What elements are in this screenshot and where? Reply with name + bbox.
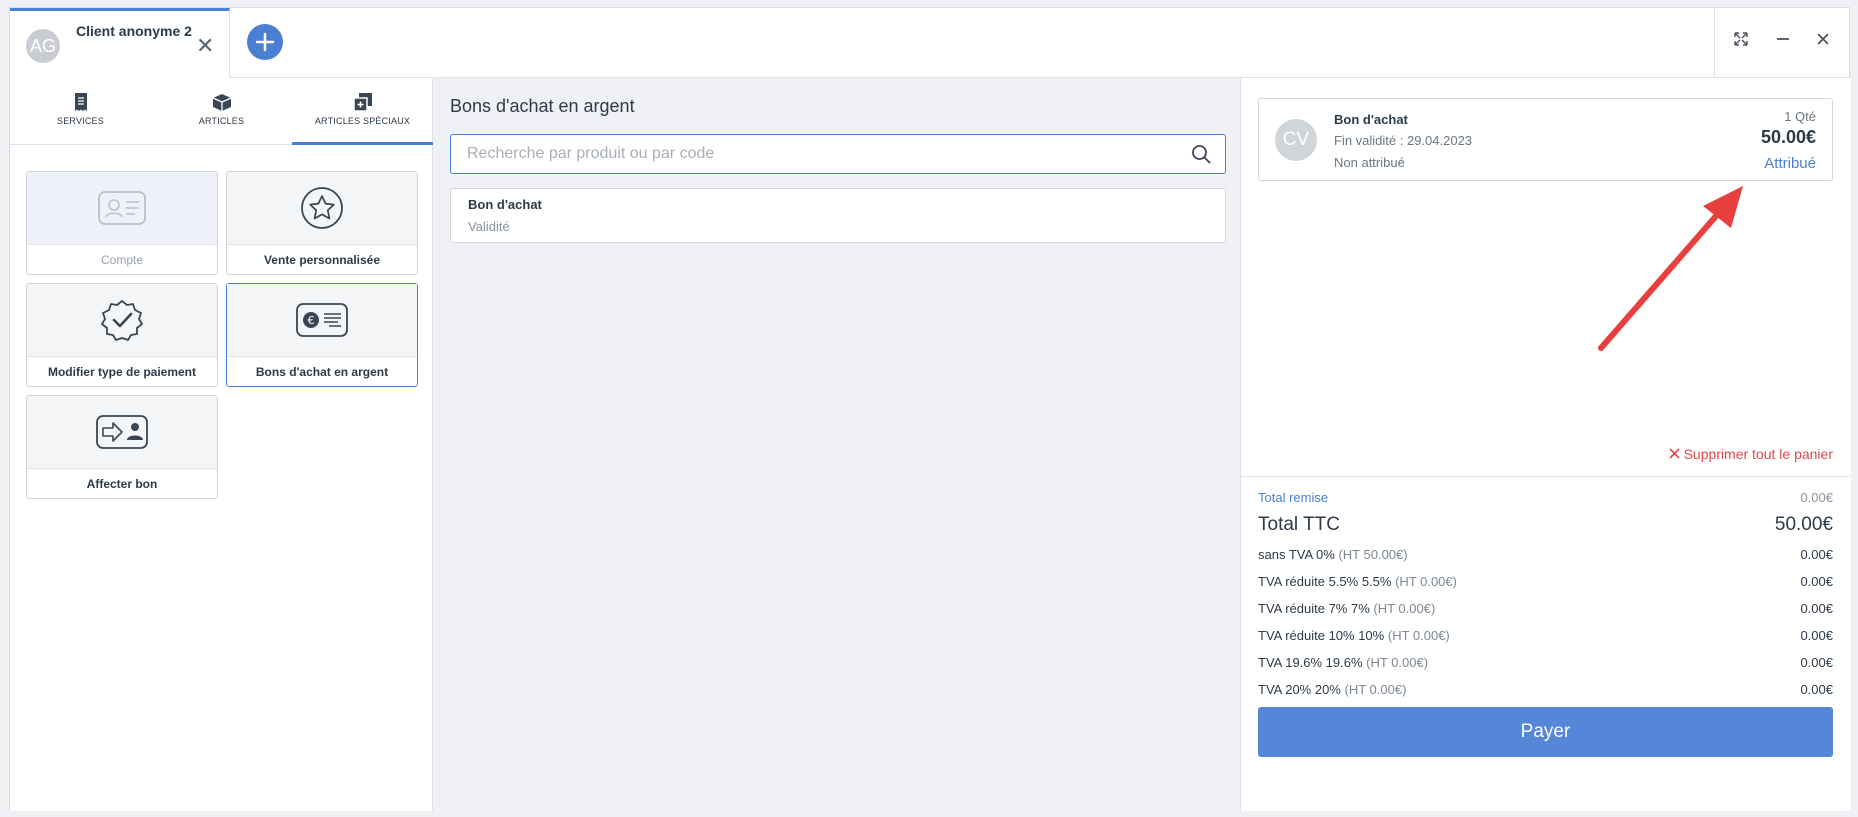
total-remise-value: 0.00€ — [1800, 490, 1833, 505]
tax-label: TVA réduite 7% 7% — [1258, 601, 1370, 616]
special-items-icon — [352, 93, 372, 112]
tax-ht: (HT 0.00€) — [1373, 601, 1436, 616]
total-remise-row: Total remise 0.00€ — [1258, 490, 1833, 505]
top-bar: AG Client anonyme 2 ✕ — [10, 8, 1849, 78]
tile-label: Bons d'achat en argent — [255, 365, 389, 379]
clear-cart-label: Supprimer tout le panier — [1683, 446, 1833, 462]
total-remise-label[interactable]: Total remise — [1258, 490, 1328, 505]
client-name: Client anonyme 2 — [76, 23, 192, 39]
tax-label: TVA réduite 5.5% 5.5% — [1258, 574, 1392, 589]
tile-label: Modifier type de paiement — [47, 365, 197, 379]
tab-articles-label: ARTICLES — [198, 116, 245, 126]
app-window: AG Client anonyme 2 ✕ SERVICES ARTICLES … — [9, 7, 1851, 811]
search-box — [450, 134, 1226, 174]
id-card-icon — [98, 191, 146, 225]
tax-row: TVA réduite 10% 10% (HT 0.00€) 0.00€ — [1258, 628, 1833, 643]
tax-value: 0.00€ — [1800, 574, 1833, 589]
tab-services-label: SERVICES — [57, 116, 104, 126]
close-icon[interactable]: ✕ — [196, 33, 214, 59]
panel-title: Bons d'achat en argent — [450, 96, 635, 116]
category-panel: SERVICES ARTICLES ARTICLES SPÉCIAUX Comp… — [10, 78, 433, 811]
clear-cart-button[interactable]: Supprimer tout le panier — [1669, 446, 1833, 462]
plus-icon — [255, 32, 275, 52]
tax-label: sans TVA 0% — [1258, 547, 1335, 562]
star-icon — [301, 187, 343, 229]
tax-ht: (HT 50.00€) — [1338, 547, 1408, 562]
pay-button[interactable]: Payer — [1258, 707, 1833, 757]
expand-icon[interactable] — [1733, 30, 1749, 53]
tile-compte[interactable]: Compte — [26, 171, 218, 275]
tile-affecter-bon[interactable]: Affecter bon — [26, 395, 218, 499]
tax-row: TVA réduite 7% 7% (HT 0.00€) 0.00€ — [1258, 601, 1833, 616]
tile-modifier-type-paiement[interactable]: Modifier type de paiement — [26, 283, 218, 387]
cart-item-name: Bon d'achat — [1334, 112, 1408, 127]
tax-value: 0.00€ — [1800, 655, 1833, 670]
cart-item[interactable]: CV Bon d'achat Fin validité : 29.04.2023… — [1258, 98, 1833, 181]
assign-link[interactable]: Attribué — [1764, 155, 1816, 172]
window-controls — [1714, 8, 1849, 78]
total-ttc-label: Total TTC — [1258, 514, 1341, 535]
tile-bons-achat-argent[interactable]: € Bons d'achat en argent — [226, 283, 418, 387]
cart-item-assignment: Non attribué — [1334, 155, 1405, 170]
total-ttc-row: Total TTC 50.00€ — [1258, 514, 1833, 536]
search-input[interactable] — [451, 135, 1151, 173]
tax-ht: (HT 0.00€) — [1344, 682, 1407, 697]
product-name: Bon d'achat — [468, 197, 542, 212]
svg-text:€: € — [308, 314, 315, 327]
tax-ht: (HT 0.00€) — [1395, 574, 1457, 589]
tax-row: sans TVA 0% (HT 50.00€) 0.00€ — [1258, 547, 1833, 562]
client-tab[interactable]: AG Client anonyme 2 ✕ — [10, 8, 230, 78]
tax-label: TVA 20% 20% — [1258, 682, 1341, 697]
tax-ht: (HT 0.00€) — [1387, 628, 1450, 643]
minimize-icon[interactable] — [1775, 30, 1791, 53]
tab-articles[interactable]: ARTICLES — [151, 78, 292, 145]
search-icon[interactable] — [1191, 144, 1211, 164]
annotation-arrow — [1598, 186, 1743, 351]
item-avatar: CV — [1275, 119, 1317, 161]
total-ttc-value: 50.00€ — [1774, 514, 1833, 535]
tile-label: Affecter bon — [86, 477, 158, 491]
cart-item-qty: 1 Qté — [1784, 109, 1816, 124]
voucher-euro-icon: € — [296, 303, 348, 337]
tile-label: Vente personnalisée — [263, 253, 381, 267]
tax-value: 0.00€ — [1800, 682, 1833, 697]
tax-label: TVA 19.6% 19.6% — [1258, 655, 1363, 670]
list-item[interactable]: Bon d'achat Validité — [450, 188, 1226, 243]
tax-row: TVA 20% 20% (HT 0.00€) 0.00€ — [1258, 682, 1833, 697]
cart-item-validity: Fin validité : 29.04.2023 — [1334, 133, 1473, 148]
tax-value: 0.00€ — [1800, 601, 1833, 616]
tax-value: 0.00€ — [1800, 547, 1833, 562]
add-client-button[interactable] — [247, 24, 283, 60]
category-tabs: SERVICES ARTICLES ARTICLES SPÉCIAUX — [10, 78, 433, 145]
client-avatar: AG — [26, 29, 60, 63]
tax-value: 0.00€ — [1800, 628, 1833, 643]
product-validity: Validité — [468, 219, 510, 234]
close-icon — [1669, 448, 1680, 459]
tab-articles-speciaux[interactable]: ARTICLES SPÉCIAUX — [292, 78, 433, 145]
tax-ht: (HT 0.00€) — [1366, 655, 1429, 670]
totals-section: Total remise 0.00€ Total TTC 50.00€ sans… — [1241, 476, 1851, 811]
product-panel: Bons d'achat en argent Bon d'achat Valid… — [433, 78, 1241, 811]
window-close-icon[interactable] — [1815, 30, 1831, 53]
badge-check-icon — [101, 300, 143, 341]
assign-voucher-icon — [96, 415, 148, 449]
tab-services[interactable]: SERVICES — [10, 78, 151, 145]
tax-row: TVA 19.6% 19.6% (HT 0.00€) 0.00€ — [1258, 655, 1833, 670]
cart-panel: CV Bon d'achat Fin validité : 29.04.2023… — [1241, 78, 1851, 811]
cart-item-price: 50.00€ — [1760, 127, 1816, 147]
tile-label: Compte — [100, 253, 144, 267]
box-icon — [212, 94, 231, 111]
tax-row: TVA réduite 5.5% 5.5% (HT 0.00€) 0.00€ — [1258, 574, 1833, 589]
receipt-icon — [74, 93, 87, 111]
tab-articles-speciaux-label: ARTICLES SPÉCIAUX — [314, 116, 411, 126]
tax-label: TVA réduite 10% 10% — [1258, 628, 1385, 643]
tile-vente-personnalisee[interactable]: Vente personnalisée — [226, 171, 418, 275]
